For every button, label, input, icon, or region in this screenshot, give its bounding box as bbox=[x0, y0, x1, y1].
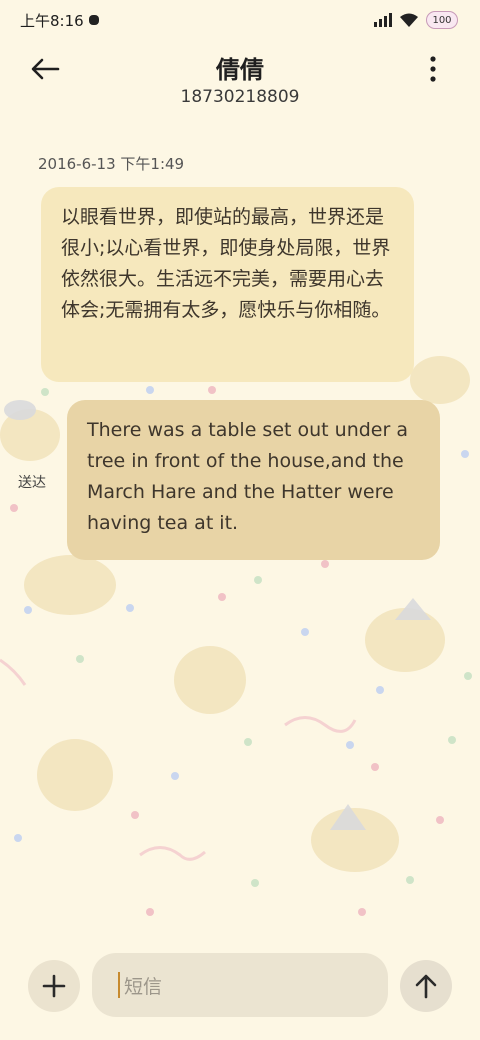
message-input[interactable]: 短信 bbox=[92, 953, 388, 1017]
signal-icon bbox=[374, 13, 392, 27]
conversation-header: 倩倩 18730218809 bbox=[0, 44, 480, 114]
text-caret bbox=[118, 972, 120, 998]
send-arrow-icon bbox=[415, 974, 437, 999]
message-timestamp: 2016-6-13 下午1:49 bbox=[38, 155, 185, 173]
contact-name: 倩倩 bbox=[216, 56, 264, 84]
more-vertical-icon[interactable] bbox=[420, 54, 446, 84]
status-time: 上午8:16 bbox=[20, 11, 84, 30]
contact-number: 18730218809 bbox=[180, 87, 300, 107]
delivery-status: 送达 bbox=[18, 475, 46, 491]
wifi-icon bbox=[400, 13, 418, 27]
send-button[interactable] bbox=[400, 960, 452, 1012]
status-left: 上午8:16 bbox=[20, 10, 101, 31]
message-input-placeholder: 短信 bbox=[124, 975, 163, 998]
status-bar: 上午8:16 100 bbox=[0, 0, 480, 40]
battery-icon: 100 bbox=[426, 11, 458, 29]
record-icon bbox=[88, 15, 99, 25]
sent-message-bubble[interactable]: There was a table set out under a tree i… bbox=[67, 400, 440, 560]
battery-level: 100 bbox=[432, 14, 452, 26]
received-message-bubble[interactable]: 以眼看世界，即使站的最高，世界还是很小;以心看世界，即使身处局限，世界依然很大。… bbox=[41, 187, 414, 382]
plus-icon bbox=[42, 974, 66, 998]
add-attachment-button[interactable] bbox=[28, 960, 80, 1012]
composer-bar: 短信 bbox=[0, 946, 480, 1040]
status-right: 100 bbox=[374, 11, 458, 29]
